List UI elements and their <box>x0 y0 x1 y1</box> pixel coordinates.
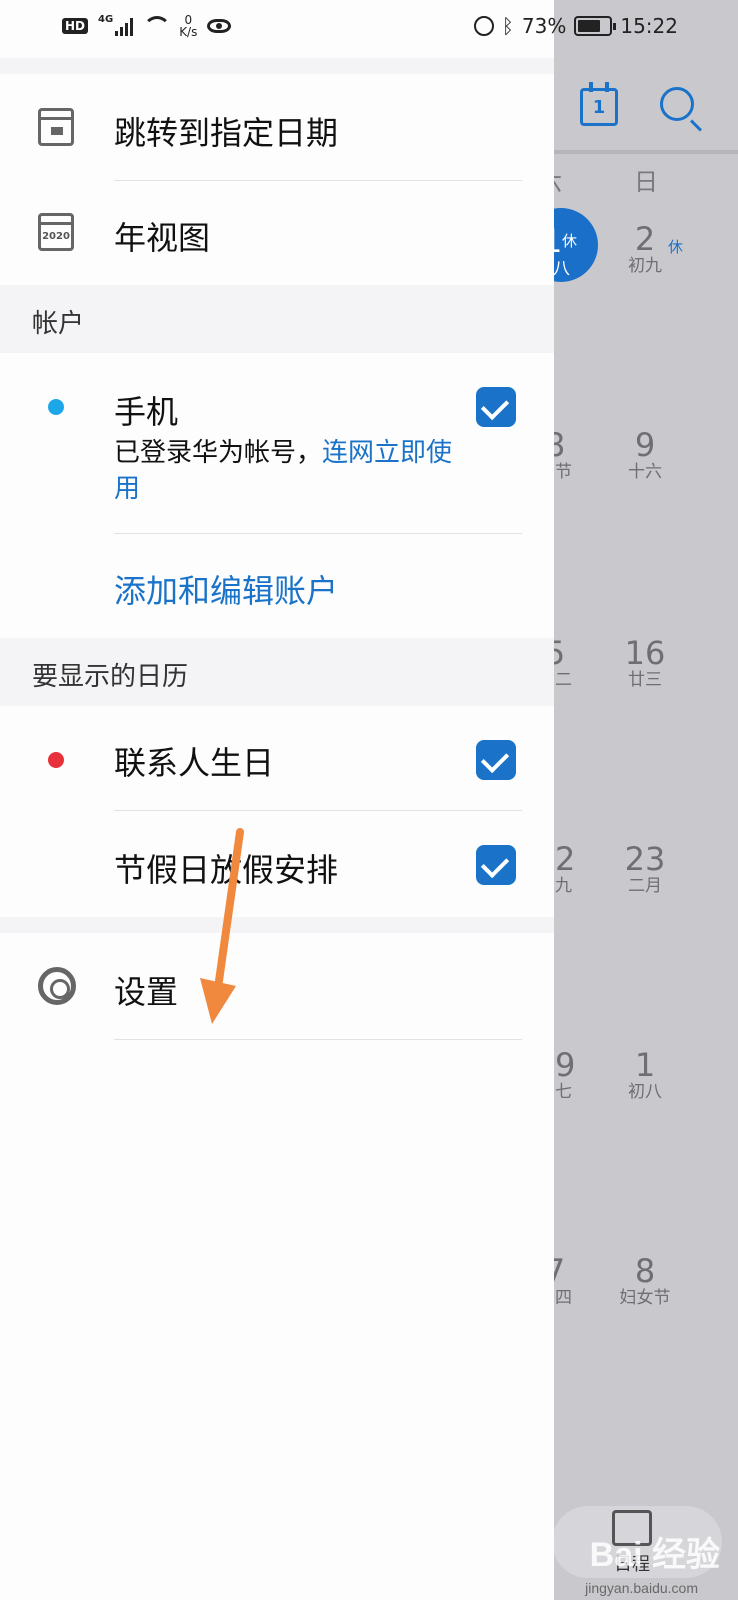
today-calendar-icon[interactable]: 1 <box>580 82 618 126</box>
goto-date-item[interactable]: 跳转到指定日期 <box>0 74 554 180</box>
battery-percent: 73% <box>521 14 567 38</box>
clock: 15:22 <box>620 14 678 38</box>
annotation-arrow <box>200 828 244 1024</box>
bluetooth-icon: ᛒ <box>501 14 514 38</box>
search-icon[interactable] <box>660 87 694 121</box>
weekday-sun: 日 <box>634 168 658 196</box>
section-gap <box>0 917 554 933</box>
birthdays-label: 联系人生日 <box>114 744 275 782</box>
rest-badge: 休 <box>668 238 684 256</box>
add-edit-accounts-link[interactable]: 添加和编辑账户 <box>114 566 338 612</box>
calendar-day[interactable]: 1 初八 <box>608 1048 682 1102</box>
calendar-day[interactable]: 16 廿三 <box>608 636 682 690</box>
watermark-logo: Bai 经验 <box>589 1536 720 1574</box>
calendar-day[interactable]: 8 妇女节 <box>608 1254 682 1308</box>
phone-account-item[interactable]: 手机 已登录华为帐号，连网立即使用 <box>0 353 554 533</box>
holidays-checkbox[interactable] <box>476 845 516 885</box>
settings-item[interactable]: 设置 <box>0 933 554 1039</box>
battery-icon <box>574 16 617 36</box>
phone-account-checkbox[interactable] <box>476 387 516 427</box>
signal-icon <box>115 16 134 36</box>
phone-account-title: 手机 <box>114 393 179 431</box>
network-speed: 0 K/s <box>179 13 198 39</box>
add-edit-accounts-item[interactable]: 添加和编辑账户 <box>0 534 554 638</box>
navigation-drawer: 跳转到指定日期 2020 年视图 帐户 手机 已登录华为帐号，连网立即使用 添加… <box>0 0 554 1600</box>
birthdays-color-dot <box>48 752 64 768</box>
phone-account-color-dot <box>48 399 64 415</box>
watermark-url: jingyan.baidu.com <box>585 1580 698 1596</box>
divider <box>114 1039 522 1040</box>
alarm-icon <box>473 16 494 36</box>
toolbar-divider <box>552 150 738 154</box>
gear-icon <box>38 967 76 1005</box>
calendars-section-header: 要显示的日历 <box>0 638 554 706</box>
year-view-item[interactable]: 2020 年视图 <box>0 181 554 285</box>
drawer-top-gap <box>0 58 554 74</box>
status-bar: HD 4G 0 K/s ᛒ 73% 15:22 <box>0 0 738 58</box>
year-view-label: 年视图 <box>114 219 211 257</box>
phone-account-desc: 已登录华为帐号，连网立即使用 <box>114 438 453 504</box>
hd-badge: HD <box>62 18 89 34</box>
calendar-item-birthdays[interactable]: 联系人生日 <box>0 706 554 810</box>
goto-date-icon <box>38 108 74 146</box>
accounts-section-header: 帐户 <box>0 285 554 353</box>
wifi-icon <box>143 16 172 36</box>
birthdays-checkbox[interactable] <box>476 740 516 780</box>
goto-date-label: 跳转到指定日期 <box>114 114 339 152</box>
network-type: 4G <box>98 14 114 25</box>
eye-comfort-icon <box>207 19 232 33</box>
calendar-item-holidays[interactable]: 节假日放假安排 <box>0 811 554 917</box>
calendar-day[interactable]: 23 二月 <box>608 842 682 896</box>
calendar-day[interactable]: 9 十六 <box>608 428 682 482</box>
year-view-icon: 2020 <box>38 213 74 251</box>
settings-label: 设置 <box>114 973 179 1011</box>
